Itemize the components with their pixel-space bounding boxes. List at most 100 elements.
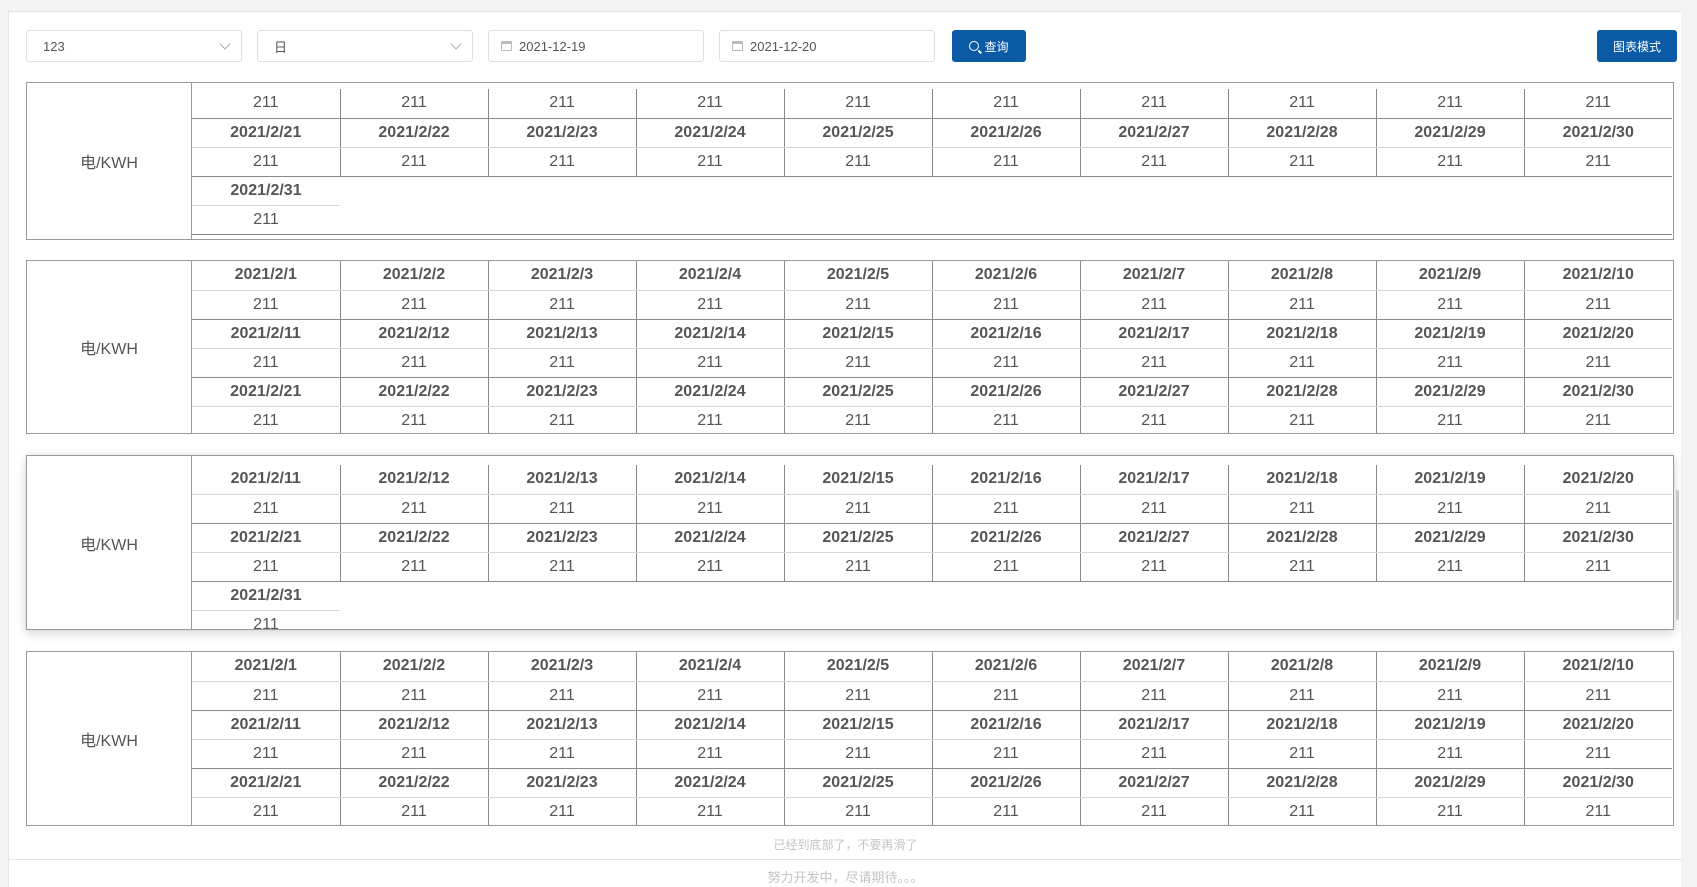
value-cell: 211 — [487, 739, 636, 769]
value-cell: 211 — [783, 290, 932, 320]
energy-grid[interactable]: 2021/2/1 2021/2/2 2021/2/3 2021/2/4 2021/2/5… — [192, 261, 1673, 433]
date-cell: 2021/2/31 — [192, 176, 340, 206]
value-row: 211 211 211 211 211 211 211 211 211 211 — [192, 739, 1672, 769]
date-cell: 2021/2/17 — [1079, 710, 1228, 740]
page-frame: 123 日 2021-12-19 2021-12-20 查询 图表模式 电/KW… — [8, 11, 1682, 887]
query-button-label: 查询 — [984, 39, 1009, 54]
value-cell: 211 — [1079, 494, 1228, 524]
empty-cell — [488, 610, 636, 629]
value-cell: 211 — [339, 406, 488, 433]
empty-cell — [1376, 176, 1524, 205]
date-row: 2021/2/11 2021/2/12 2021/2/13 2021/2/14 2021… — [192, 465, 1672, 495]
date-cell: 2021/2/13 — [487, 319, 636, 349]
empty-cell — [932, 176, 1080, 205]
date-cell: 2021/2/13 — [487, 710, 636, 740]
value-cell: 211 — [192, 89, 340, 119]
date-cell: 2021/2/24 — [635, 377, 784, 407]
date-row: 2021/2/31 — [192, 176, 1672, 206]
end-date-input[interactable]: 2021-12-20 — [719, 30, 935, 62]
date-cell: 2021/2/29 — [1375, 377, 1524, 407]
value-cell: 211 — [487, 290, 636, 320]
value-cell: 211 — [192, 739, 340, 769]
value-cell: 211 — [339, 739, 488, 769]
date-cell: 2021/2/15 — [783, 710, 932, 740]
value-cell: 211 — [783, 552, 932, 582]
date-cell: 2021/2/21 — [192, 118, 340, 148]
device-select[interactable]: 123 — [26, 30, 242, 62]
date-cell: 2021/2/18 — [1227, 465, 1376, 495]
date-cell: 2021/2/3 — [487, 652, 636, 682]
empty-cell — [488, 205, 636, 235]
empty-cell — [1376, 205, 1524, 235]
value-cell: 211 — [1375, 739, 1524, 769]
value-row: 211 211 211 211 211 211 211 211 211 211 — [192, 89, 1672, 119]
date-cell: 2021/2/26 — [931, 377, 1080, 407]
value-cell: 211 — [192, 610, 340, 629]
value-cell: 211 — [635, 494, 784, 524]
date-cell: 2021/2/23 — [487, 377, 636, 407]
start-date-input[interactable]: 2021-12-19 — [488, 30, 704, 62]
value-cell: 211 — [783, 348, 932, 378]
empty-cell — [1080, 205, 1228, 235]
query-button[interactable]: 查询 — [952, 30, 1026, 62]
value-cell: 211 — [192, 552, 340, 582]
chart-mode-button[interactable]: 图表模式 — [1597, 30, 1677, 62]
value-cell: 211 — [339, 290, 488, 320]
date-cell: 2021/2/7 — [1079, 261, 1228, 291]
period-select[interactable]: 日 — [257, 30, 473, 62]
value-cell: 211 — [192, 147, 340, 177]
energy-grid[interactable]: 2021/2/1 2021/2/2 2021/2/3 2021/2/4 2021/2/5… — [192, 652, 1673, 825]
value-cell: 211 — [1523, 290, 1672, 320]
value-cell: 211 — [192, 406, 340, 433]
date-row: 2021/2/21 2021/2/22 2021/2/23 2021/2/24 2021… — [192, 377, 1672, 407]
value-cell: 211 — [783, 739, 932, 769]
empty-cell — [1228, 205, 1376, 235]
value-cell: 211 — [1227, 552, 1376, 582]
empty-cell — [636, 610, 784, 629]
date-cell: 2021/2/1 — [192, 652, 340, 682]
value-cell: 211 — [192, 348, 340, 378]
value-cell: 211 — [931, 681, 1080, 711]
date-cell: 2021/2/12 — [339, 319, 488, 349]
value-cell: 211 — [1523, 406, 1672, 433]
date-cell: 2021/2/26 — [931, 768, 1080, 798]
calendar-icon — [732, 41, 743, 51]
value-row: 211 211 211 211 211 211 211 211 211 211 — [192, 147, 1672, 177]
value-row: 211 211 211 211 211 211 211 211 211 211 — [192, 494, 1672, 524]
date-cell: 2021/2/3 — [487, 261, 636, 291]
unit-label: 电/KWH — [27, 652, 192, 825]
value-cell: 211 — [1079, 89, 1228, 119]
value-cell: 211 — [339, 494, 488, 524]
date-cell: 2021/2/25 — [783, 523, 932, 553]
date-cell: 2021/2/2 — [339, 652, 488, 682]
value-cell: 211 — [1079, 406, 1228, 433]
date-cell: 2021/2/30 — [1523, 118, 1672, 148]
value-row: 211 211 211 211 211 211 211 211 211 211 — [192, 797, 1672, 825]
value-cell: 211 — [1523, 494, 1672, 524]
energy-table: 211 211 211 211 211 211 211 211 211 211 2021/2/21 2… — [192, 89, 1672, 235]
value-cell: 211 — [339, 552, 488, 582]
value-cell: 211 — [635, 290, 784, 320]
date-cell: 2021/2/20 — [1523, 319, 1672, 349]
date-cell: 2021/2/9 — [1375, 261, 1524, 291]
date-cell: 2021/2/19 — [1375, 710, 1524, 740]
value-cell: 211 — [487, 494, 636, 524]
scrollbar[interactable] — [1676, 490, 1679, 620]
energy-grid[interactable]: 211 211 211 211 211 211 211 211 211 211 2021/2/21 2… — [192, 83, 1673, 239]
value-cell: 211 — [1227, 739, 1376, 769]
empty-cell — [1524, 205, 1672, 235]
date-cell: 2021/2/27 — [1079, 768, 1228, 798]
date-cell: 2021/2/19 — [1375, 465, 1524, 495]
date-cell: 2021/2/30 — [1523, 523, 1672, 553]
empty-cell — [932, 581, 1080, 610]
value-cell: 211 — [487, 797, 636, 825]
value-cell: 211 — [1227, 406, 1376, 433]
value-cell: 211 — [487, 89, 636, 119]
value-cell: 211 — [931, 406, 1080, 433]
date-row: 2021/2/21 2021/2/22 2021/2/23 2021/2/24 2021… — [192, 118, 1672, 148]
value-row: 211 211 211 211 211 211 211 211 211 211 — [192, 348, 1672, 378]
date-cell: 2021/2/9 — [1375, 652, 1524, 682]
energy-grid[interactable]: 2021/2/11 2021/2/12 2021/2/13 2021/2/14 2021… — [192, 456, 1673, 629]
energy-table: 2021/2/1 2021/2/2 2021/2/3 2021/2/4 2021/2/5… — [192, 261, 1672, 433]
value-cell: 211 — [1227, 797, 1376, 825]
